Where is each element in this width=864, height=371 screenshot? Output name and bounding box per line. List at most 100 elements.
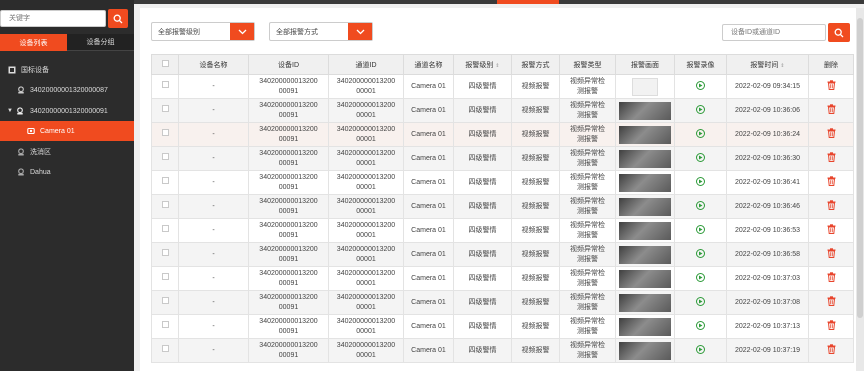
tree-node-camera-01[interactable]: Camera 01 [0, 121, 134, 141]
tab-device-group[interactable]: 设备分组 [67, 34, 134, 51]
row-checkbox-cell[interactable] [151, 314, 179, 339]
row-checkbox-cell[interactable] [151, 338, 179, 363]
play-icon[interactable] [696, 297, 705, 306]
trash-icon[interactable] [827, 175, 836, 186]
keyword-search-button[interactable] [108, 9, 128, 28]
row-checkbox-cell[interactable] [151, 290, 179, 315]
row-checkbox-cell[interactable] [151, 98, 179, 123]
trash-icon[interactable] [827, 103, 836, 114]
tree-node-gb-devices[interactable]: 国标设备 [0, 60, 134, 80]
alarm-snapshot-thumbnail[interactable] [619, 149, 671, 168]
cell-device-name: - [178, 242, 249, 267]
play-icon[interactable] [696, 273, 705, 282]
image-placeholder-icon[interactable] [632, 77, 658, 96]
row-checkbox[interactable] [161, 105, 169, 112]
row-checkbox-cell[interactable] [151, 242, 179, 267]
row-checkbox[interactable] [161, 321, 169, 328]
cell-device-name: - [178, 290, 249, 315]
table-header-row: 设备名称 设备ID 通道ID 通道名称 报警级别 ⇕ 报警方式 报警类型 报警画面… [151, 54, 854, 75]
row-checkbox-cell[interactable] [151, 266, 179, 291]
sort-icon[interactable]: ⇕ [780, 63, 784, 69]
alarm-snapshot-thumbnail[interactable] [619, 125, 671, 144]
alarm-snapshot-thumbnail[interactable] [619, 269, 671, 288]
row-checkbox[interactable] [161, 177, 169, 184]
alarm-snapshot-thumbnail[interactable] [619, 293, 671, 312]
play-icon[interactable] [696, 129, 705, 138]
play-icon[interactable] [696, 249, 705, 258]
row-checkbox-cell[interactable] [151, 146, 179, 171]
alarm-snapshot-thumbnail[interactable] [619, 221, 671, 240]
alarm-method-select-value: 全部报警方式 [276, 28, 318, 36]
row-checkbox[interactable] [161, 273, 169, 280]
play-icon[interactable] [696, 177, 705, 186]
alarm-table: 设备名称 设备ID 通道ID 通道名称 报警级别 ⇕ 报警方式 报警类型 报警画面… [151, 54, 854, 363]
trash-icon[interactable] [827, 295, 836, 306]
alarm-snapshot-thumbnail[interactable] [619, 197, 671, 216]
trash-icon[interactable] [827, 247, 836, 258]
cell-device-id: 34020000001320000091 [248, 314, 329, 339]
device-search-input[interactable] [722, 24, 826, 41]
row-checkbox[interactable] [161, 129, 169, 136]
chevron-down-icon[interactable] [348, 23, 372, 40]
row-checkbox[interactable] [161, 81, 169, 88]
col-channel-name: 通道名称 [403, 54, 454, 75]
tree-node-dahua[interactable]: Dahua [0, 162, 134, 182]
table-row: - 34020000001320000091 34020000001320000… [151, 218, 854, 243]
cell-alarm-time: 2022-02-09 10:36:46 [726, 194, 809, 219]
alarm-method-select[interactable]: 全部报警方式 [269, 22, 373, 41]
caret-down-icon[interactable]: ▼ [7, 108, 13, 114]
play-icon[interactable] [696, 105, 705, 114]
alarm-snapshot-thumbnail[interactable] [619, 317, 671, 336]
device-search-button[interactable] [828, 23, 850, 42]
trash-icon[interactable] [827, 343, 836, 354]
tree-node-device-91[interactable]: ▼ 34020000001320000091 [0, 101, 134, 121]
trash-icon[interactable] [827, 127, 836, 138]
row-checkbox[interactable] [161, 225, 169, 232]
row-checkbox-cell[interactable] [151, 218, 179, 243]
scrollbar[interactable] [856, 8, 864, 371]
row-checkbox-cell[interactable] [151, 194, 179, 219]
alarm-snapshot-thumbnail[interactable] [619, 101, 671, 120]
cell-alarm-time: 2022-02-09 09:34:15 [726, 74, 809, 99]
tree-node-device-87[interactable]: 34020000001320000087 [0, 80, 134, 100]
play-icon[interactable] [696, 345, 705, 354]
cell-alarm-recording [674, 266, 727, 291]
alarm-level-select[interactable]: 全部报警级别 [151, 22, 255, 41]
row-checkbox[interactable] [161, 297, 169, 304]
row-checkbox-cell[interactable] [151, 122, 179, 147]
select-all-checkbox-cell[interactable] [151, 54, 179, 75]
row-checkbox-cell[interactable] [151, 170, 179, 195]
tree-node-disinfection-area[interactable]: 洗消区 [0, 142, 134, 162]
chevron-down-icon[interactable] [230, 23, 254, 40]
play-icon[interactable] [696, 81, 705, 90]
alarm-snapshot-thumbnail[interactable] [619, 341, 671, 360]
device-icon [16, 168, 25, 177]
row-checkbox-cell[interactable] [151, 74, 179, 99]
row-checkbox[interactable] [161, 201, 169, 208]
col-alarm-level-label: 报警级别 [465, 61, 494, 69]
play-icon[interactable] [696, 153, 705, 162]
play-icon[interactable] [696, 225, 705, 234]
row-checkbox[interactable] [161, 249, 169, 256]
keyword-search-input[interactable] [0, 10, 106, 27]
trash-icon[interactable] [827, 223, 836, 234]
select-all-checkbox[interactable] [161, 60, 169, 67]
trash-icon[interactable] [827, 199, 836, 210]
alarm-type-text: 视频异常检测报警 [570, 173, 605, 191]
trash-icon[interactable] [827, 79, 836, 90]
row-checkbox[interactable] [161, 345, 169, 352]
col-alarm-time[interactable]: 报警时间 ⇕ [726, 54, 809, 75]
play-icon[interactable] [696, 321, 705, 330]
trash-icon[interactable] [827, 271, 836, 282]
col-alarm-picture: 报警画面 [615, 54, 675, 75]
scrollbar-thumb[interactable] [857, 18, 863, 318]
col-alarm-level[interactable]: 报警级别 ⇕ [453, 54, 512, 75]
trash-icon[interactable] [827, 319, 836, 330]
tab-device-list[interactable]: 设备列表 [0, 34, 67, 51]
row-checkbox[interactable] [161, 153, 169, 160]
alarm-snapshot-thumbnail[interactable] [619, 245, 671, 264]
trash-icon[interactable] [827, 151, 836, 162]
alarm-snapshot-thumbnail[interactable] [619, 173, 671, 192]
play-icon[interactable] [696, 201, 705, 210]
sort-icon[interactable]: ⇕ [495, 63, 499, 69]
